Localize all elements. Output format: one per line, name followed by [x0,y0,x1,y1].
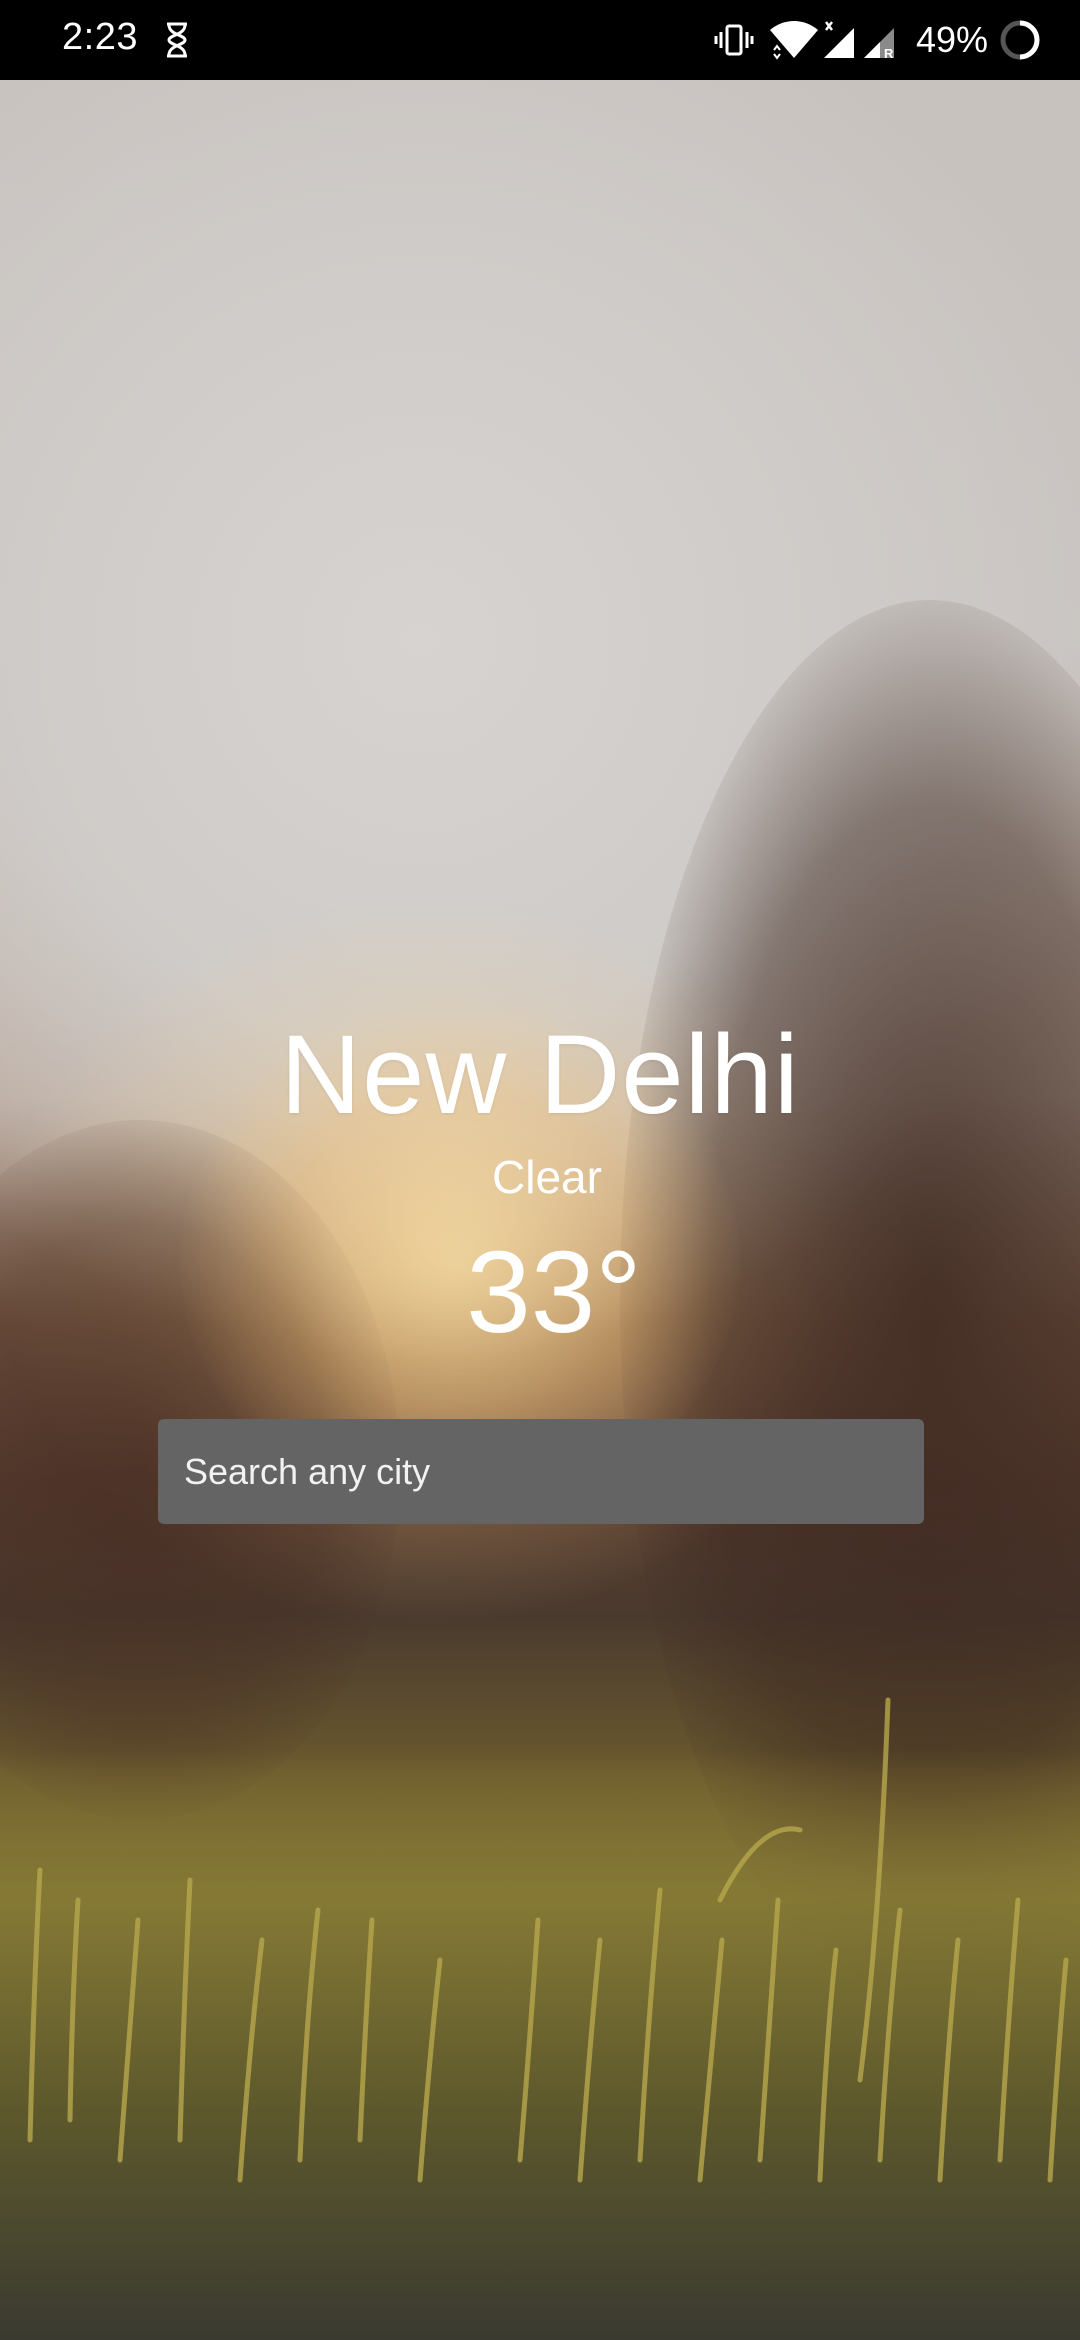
vibrate-icon [714,24,754,56]
background-image [0,80,1080,2340]
grass-foreground [0,1697,1080,2340]
search-input[interactable] [184,1450,898,1493]
status-time: 2:23 [62,16,138,58]
app-screen: 2:23 R R 49% New Delhi Clear 33° Search … [0,0,1080,2340]
search-box[interactable] [158,1419,924,1524]
battery-percent: 49% [915,19,988,60]
weather-condition: Clear [492,1151,602,1203]
signal-icon-secondary: R [863,28,894,60]
hourglass-icon [167,22,187,58]
city-name: New Delhi [280,1012,800,1137]
svg-text:R: R [884,46,894,60]
status-icons: R R 49% [714,12,1042,68]
battery-icon [1000,20,1040,60]
svg-text:R: R [844,46,854,60]
wifi-icon [769,21,818,60]
signal-icon: R [823,21,854,60]
status-bar: 2:23 R R 49% [0,0,1080,80]
temperature: 33° [466,1227,642,1357]
